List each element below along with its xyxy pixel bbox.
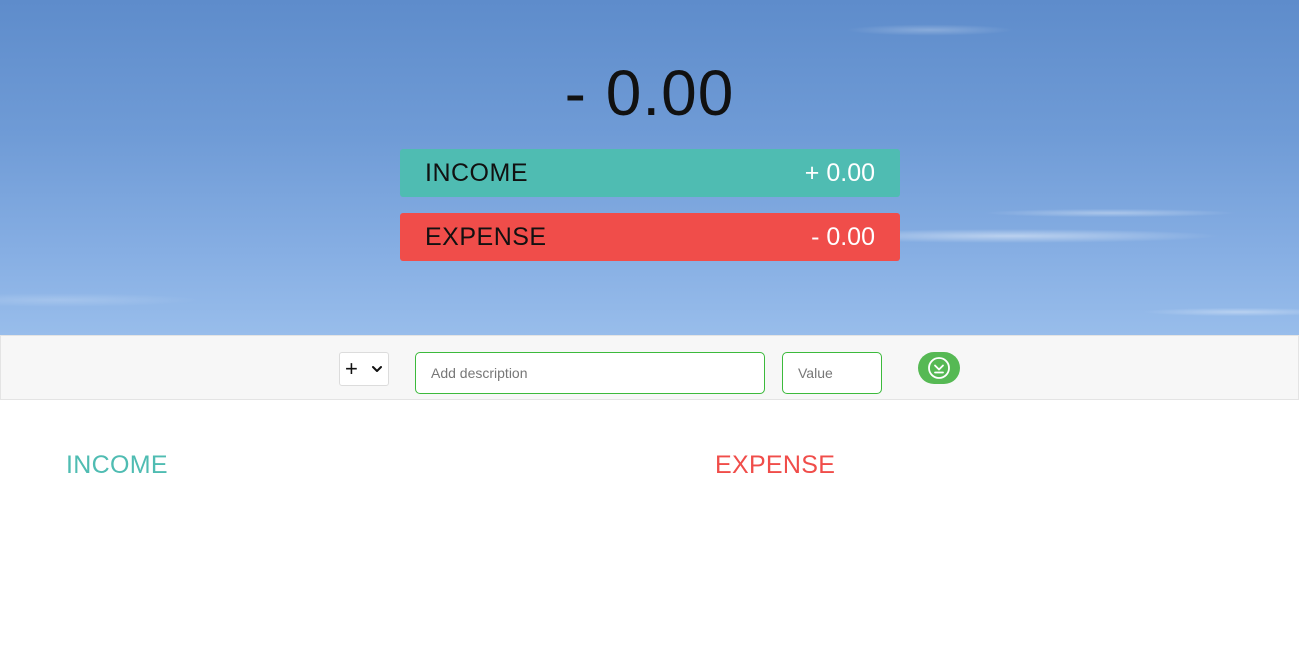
budget-total: - 0.00 [564, 57, 735, 129]
description-input[interactable] [415, 352, 765, 394]
expense-list-title: EXPENSE [715, 451, 836, 479]
type-select-value: + [345, 356, 358, 381]
add-button[interactable] [918, 352, 960, 384]
circle-arrow-down-icon [928, 357, 950, 379]
chevron-down-icon [372, 366, 382, 372]
type-select[interactable]: + [339, 352, 389, 386]
value-input[interactable] [782, 352, 882, 394]
income-summary-label: INCOME [425, 158, 528, 187]
expense-summary: EXPENSE - 0.00 [400, 213, 900, 261]
income-summary-value: + 0.00 [804, 158, 875, 187]
income-summary: INCOME + 0.00 [400, 149, 900, 197]
expense-summary-value: - 0.00 [811, 222, 875, 251]
income-list-title: INCOME [66, 451, 168, 479]
budget-header: - 0.00 INCOME + 0.00 EXPENSE - 0.00 [0, 0, 1299, 335]
expense-summary-label: EXPENSE [425, 222, 547, 251]
